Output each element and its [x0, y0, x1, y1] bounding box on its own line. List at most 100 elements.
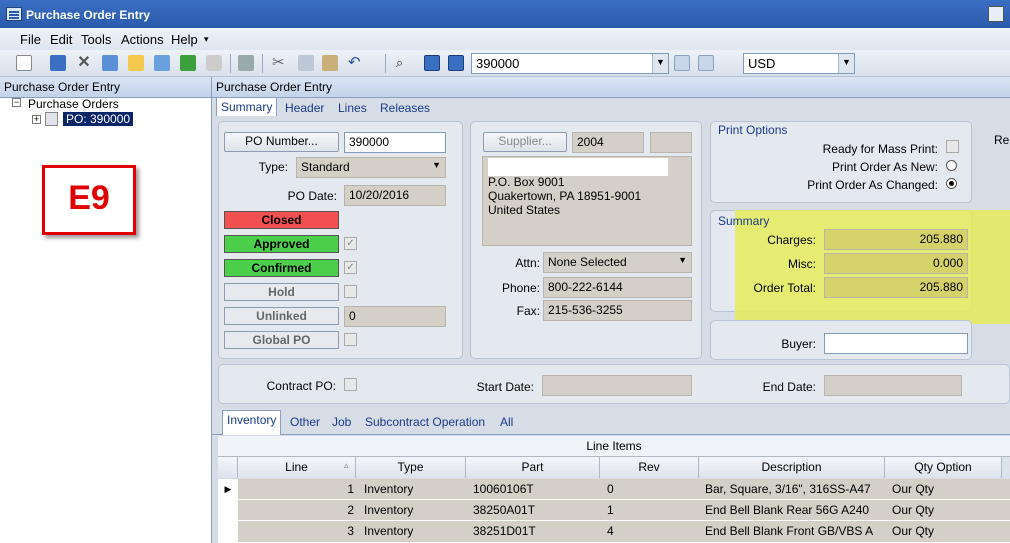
new-icon[interactable]	[16, 55, 32, 71]
cell-description[interactable]: End Bell Blank Front GB/VBS A	[705, 521, 883, 538]
tab-inventory[interactable]: Inventory	[222, 410, 282, 435]
cell-qty-option[interactable]: Our Qty	[892, 500, 934, 517]
cell-line[interactable]: 2	[238, 500, 354, 517]
col-description[interactable]: Description	[699, 457, 885, 478]
folder-icon[interactable]	[128, 55, 144, 71]
cell-line[interactable]: 3	[238, 521, 354, 538]
supplier-button[interactable]: Supplier...	[483, 132, 567, 152]
cell-rev[interactable]: 4	[607, 521, 614, 538]
print-changed-radio[interactable]	[946, 178, 957, 189]
menu-overflow-icon[interactable]: ▾	[204, 34, 209, 45]
global-po-checkbox[interactable]	[344, 333, 357, 346]
minimize-button[interactable]	[988, 6, 1004, 22]
tab-lines[interactable]: Lines	[338, 101, 367, 115]
status-hold[interactable]: Hold	[224, 283, 339, 301]
menu-help[interactable]: Help	[171, 32, 198, 47]
menu-file[interactable]: File	[20, 32, 41, 47]
binoculars-icon[interactable]: ⌕	[396, 55, 412, 71]
row-selector[interactable]	[218, 500, 238, 521]
status-unlinked[interactable]: Unlinked	[224, 307, 339, 325]
tab-all[interactable]: All	[500, 415, 513, 429]
tab-releases[interactable]: Releases	[380, 101, 430, 115]
cell-rev[interactable]: 0	[607, 479, 614, 496]
menu-actions[interactable]: Actions	[121, 32, 164, 47]
status-closed[interactable]: Closed	[224, 211, 339, 229]
po-number-button[interactable]: PO Number...	[224, 132, 339, 152]
paste-icon[interactable]	[322, 55, 338, 71]
phone-field[interactable]: 800-222-6144	[543, 277, 692, 298]
status-confirmed[interactable]: Confirmed	[224, 259, 339, 277]
start-date-field[interactable]	[542, 375, 692, 396]
cell-type[interactable]: Inventory	[364, 500, 413, 517]
undo-icon[interactable]: ↶	[348, 55, 364, 71]
mass-print-checkbox[interactable]	[946, 140, 959, 153]
cut-icon[interactable]: ✂	[272, 55, 288, 71]
col-qty-option[interactable]: Qty Option	[885, 457, 1002, 478]
contract-po-checkbox[interactable]	[344, 378, 357, 391]
first-record-icon[interactable]	[424, 55, 440, 71]
sort-ascending-icon[interactable]: ▵	[344, 460, 349, 471]
table-row[interactable]: ▶ 1 Inventory 10060106T 0 Bar, Square, 3…	[218, 479, 1010, 500]
tab-subcontract-operation[interactable]: Subcontract Operation	[365, 415, 485, 429]
last-record-icon[interactable]	[698, 55, 714, 71]
cell-description[interactable]: End Bell Blank Rear 56G A240	[705, 500, 883, 517]
tab-summary[interactable]: Summary	[216, 97, 278, 116]
title-bar: Purchase Order Entry	[0, 0, 1010, 28]
chevron-down-icon[interactable]: ▼	[838, 54, 854, 73]
chevron-down-icon[interactable]: ▼	[652, 54, 668, 73]
po-date-field[interactable]: 10/20/2016	[344, 185, 446, 206]
table-row[interactable]: 2 Inventory 38250A01T 1 End Bell Blank R…	[218, 500, 1010, 521]
cell-type[interactable]: Inventory	[364, 521, 413, 538]
refresh-icon[interactable]	[180, 55, 196, 71]
cell-part[interactable]: 10060106T	[473, 479, 534, 496]
previous-record-icon[interactable]	[448, 55, 464, 71]
row-selector[interactable]	[218, 521, 238, 543]
table-row[interactable]: 3 Inventory 38251D01T 4 End Bell Blank F…	[218, 521, 1010, 543]
cell-qty-option[interactable]: Our Qty	[892, 479, 934, 496]
cell-qty-option[interactable]: Our Qty	[892, 521, 934, 538]
tab-job[interactable]: Job	[332, 415, 351, 429]
copy-icon[interactable]	[298, 55, 314, 71]
cell-line[interactable]: 1	[238, 479, 354, 496]
tab-other[interactable]: Other	[290, 415, 320, 429]
cell-rev[interactable]: 1	[607, 500, 614, 517]
main-header: Purchase Order Entry	[212, 77, 1010, 98]
next-record-icon[interactable]	[674, 55, 690, 71]
fax-field[interactable]: 215-536-3255	[543, 300, 692, 321]
address-book-icon[interactable]	[102, 55, 118, 71]
end-date-field[interactable]	[824, 375, 962, 396]
menu-tools[interactable]: Tools	[81, 32, 111, 47]
tab-header[interactable]: Header	[285, 101, 324, 115]
collapse-icon[interactable]: −	[12, 98, 21, 107]
col-type[interactable]: Type	[356, 457, 466, 478]
delete-icon[interactable]: ✕	[76, 55, 92, 71]
eraser-icon[interactable]	[206, 55, 222, 71]
buyer-select[interactable]	[824, 333, 968, 354]
attach-icon[interactable]	[154, 55, 170, 71]
cell-part[interactable]: 38251D01T	[473, 521, 536, 538]
tree-root[interactable]: Purchase Orders	[28, 97, 119, 111]
po-number-field[interactable]: 390000	[344, 132, 446, 153]
status-approved[interactable]: Approved	[224, 235, 339, 253]
currency-combo[interactable]: USD ▼	[743, 53, 855, 74]
print-icon[interactable]	[238, 55, 254, 71]
col-part[interactable]: Part	[466, 457, 600, 478]
cell-part[interactable]: 38250A01T	[473, 500, 535, 517]
expand-icon[interactable]: +	[32, 115, 41, 124]
save-icon[interactable]	[50, 55, 66, 71]
confirmed-checkbox[interactable]: ✓	[344, 261, 357, 274]
menu-edit[interactable]: Edit	[50, 32, 72, 47]
cell-type[interactable]: Inventory	[364, 479, 413, 496]
tree-item-po[interactable]: PO: 390000	[63, 112, 134, 126]
cell-description[interactable]: Bar, Square, 3/16", 316SS-A47	[705, 479, 883, 496]
col-rev[interactable]: Rev	[600, 457, 699, 478]
approved-checkbox[interactable]: ✓	[344, 237, 357, 250]
status-global-po[interactable]: Global PO	[224, 331, 339, 349]
type-select[interactable]: Standard ▼	[296, 157, 446, 178]
col-line[interactable]: Line	[238, 457, 356, 478]
print-new-radio[interactable]	[946, 160, 957, 171]
po-number-combo[interactable]: 390000 ▼	[471, 53, 669, 74]
hold-checkbox[interactable]	[344, 285, 357, 298]
current-row-icon[interactable]: ▶	[218, 479, 238, 500]
attn-select[interactable]: None Selected ▼	[543, 252, 692, 273]
